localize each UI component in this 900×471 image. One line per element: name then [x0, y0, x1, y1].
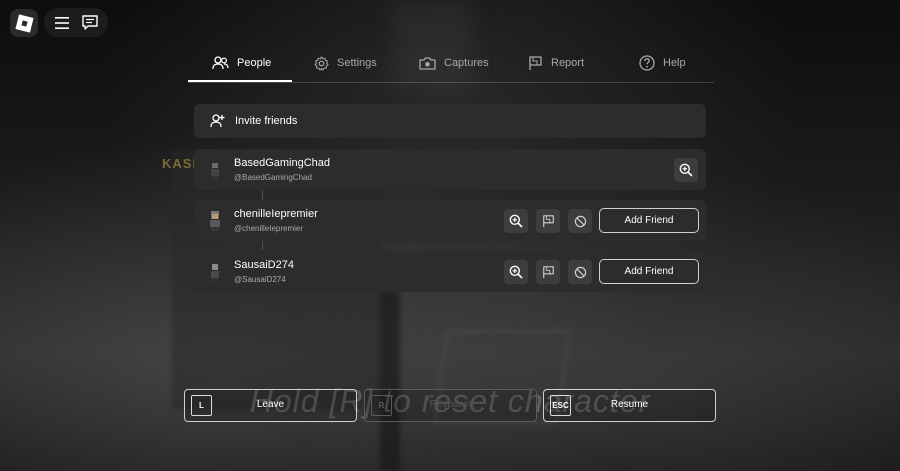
zoom-in-icon	[509, 214, 523, 228]
avatar	[211, 163, 219, 180]
roblox-logo[interactable]	[10, 9, 38, 37]
block-player-button[interactable]	[568, 209, 592, 233]
report-player-button[interactable]	[536, 209, 560, 233]
active-tab-indicator	[188, 80, 292, 82]
background-post	[380, 290, 400, 471]
player-display-name: chenilleIepremier	[234, 208, 318, 220]
resume-button-label: Resume	[610, 399, 649, 410]
tab-report-label: Report	[551, 57, 585, 69]
tab-report[interactable]: Report	[528, 44, 584, 82]
people-icon	[212, 56, 229, 70]
top-menu-pill	[44, 8, 108, 37]
respawn-button-label: Respawn	[429, 399, 472, 410]
tab-settings-label: Settings	[337, 57, 377, 69]
inspect-avatar-button[interactable]	[674, 158, 698, 182]
gear-icon	[314, 55, 329, 71]
tab-people-label: People	[237, 57, 272, 69]
chat-icon	[82, 15, 98, 30]
flag-icon	[529, 55, 542, 70]
invite-friends-button[interactable]: Invite friends	[194, 104, 706, 138]
avatar	[210, 211, 220, 231]
chat-button[interactable]	[74, 8, 106, 37]
player-username: @chenilleIepremier	[234, 224, 304, 233]
leave-button[interactable]: L Leave	[184, 389, 357, 422]
avatar	[211, 264, 219, 282]
leave-button-label: Leave	[256, 399, 285, 410]
block-player-button[interactable]	[568, 260, 592, 284]
tab-settings[interactable]: Settings	[314, 44, 377, 82]
player-username: @BasedGamingChad	[234, 173, 312, 182]
flag-icon	[542, 265, 554, 278]
zoom-in-icon	[679, 163, 693, 177]
tab-help[interactable]: Help	[639, 44, 686, 82]
player-username: @SausaiD274	[234, 275, 286, 284]
roblox-logo-icon	[14, 13, 34, 33]
tab-captures-label: Captures	[444, 57, 489, 69]
player-display-name: SausaiD274	[234, 259, 294, 271]
inspect-avatar-button[interactable]	[504, 260, 528, 284]
resume-button[interactable]: ESC Resume	[543, 389, 716, 422]
player-row[interactable]: SausaiD274 @SausaiD274 Add Friend	[194, 251, 706, 292]
add-friend-button[interactable]: Add Friend	[599, 259, 699, 284]
add-friend-icon	[210, 114, 225, 128]
report-player-button[interactable]	[536, 260, 560, 284]
block-icon	[574, 215, 586, 227]
zoom-in-icon	[509, 265, 523, 279]
hamburger-menu-icon	[55, 16, 69, 29]
player-row[interactable]: chenilleIepremier @chenilleIepremier Add…	[194, 200, 706, 241]
respawn-button[interactable]: R Respawn	[364, 389, 537, 422]
block-icon	[574, 266, 586, 278]
help-icon	[639, 55, 655, 71]
flag-icon	[542, 214, 554, 227]
camera-icon	[419, 56, 436, 70]
tab-captures[interactable]: Captures	[419, 44, 489, 82]
player-display-name: BasedGamingChad	[234, 157, 331, 169]
inspect-avatar-button[interactable]	[504, 209, 528, 233]
tab-help-label: Help	[663, 57, 686, 69]
player-row[interactable]: BasedGamingChad @BasedGamingChad	[194, 149, 706, 190]
add-friend-button[interactable]: Add Friend	[599, 208, 699, 233]
invite-friends-label: Invite friends	[235, 115, 298, 127]
tab-people[interactable]: People	[212, 44, 271, 82]
menu-tabs: People Settings Captures Report Help	[188, 44, 714, 83]
